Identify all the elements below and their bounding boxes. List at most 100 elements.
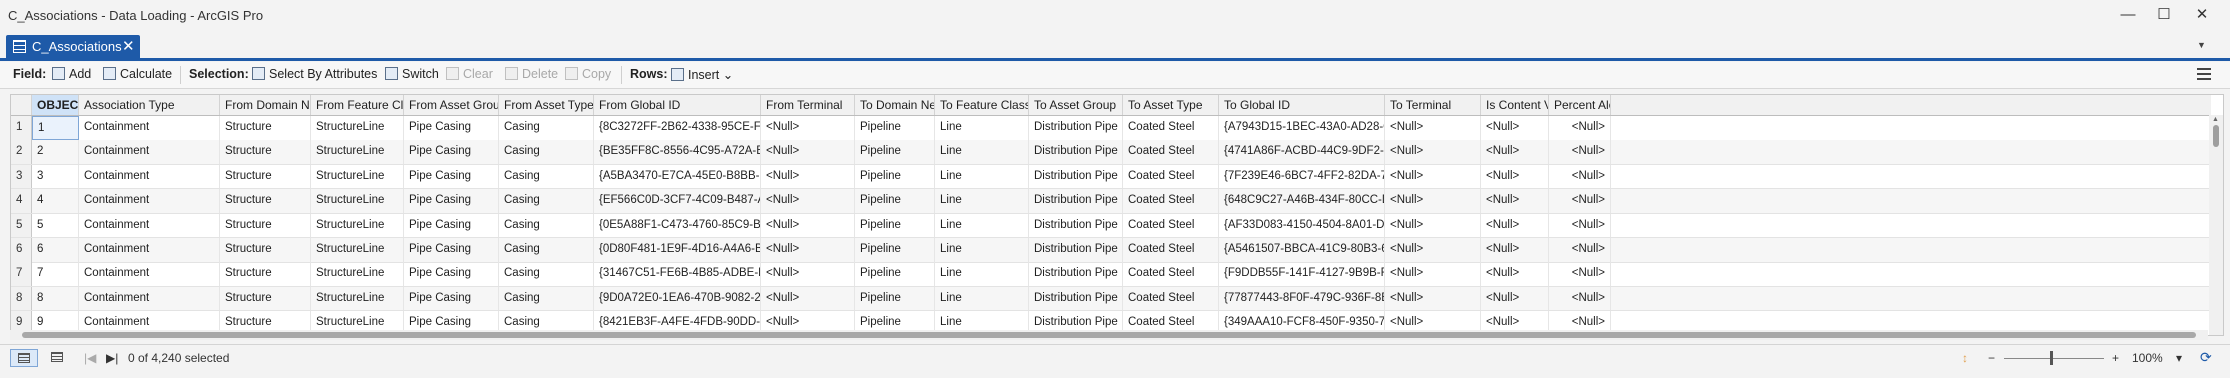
- table-cell[interactable]: Pipe Casing: [404, 238, 499, 262]
- table-cell[interactable]: {A5461507-BBCA-41C9-80B3-6599BFA0FB65}: [1219, 238, 1385, 262]
- row-number[interactable]: 5: [11, 213, 32, 238]
- row-number[interactable]: 4: [11, 189, 32, 213]
- table-cell[interactable]: StructureLine: [311, 164, 404, 189]
- insert-row-button[interactable]: Insert ⌄: [671, 67, 733, 82]
- refresh-icon[interactable]: ⟳: [2200, 349, 2212, 366]
- table-cell[interactable]: Distribution Pipe: [1029, 286, 1123, 311]
- table-cell[interactable]: Distribution Pipe: [1029, 262, 1123, 286]
- table-row[interactable]: 8 8 Containment Structure StructureLine Pipe …: [11, 286, 2211, 312]
- column-header-to-asset-type[interactable]: To Asset Type: [1123, 95, 1219, 115]
- table-cell[interactable]: Casing: [499, 164, 594, 189]
- table-cell[interactable]: {8C3272FF-2B62-4338-95CE-F14CAC0D2D74}: [594, 116, 761, 140]
- table-row[interactable]: 5 5 Containment Structure StructureLine Pipe …: [11, 213, 2211, 239]
- table-cell[interactable]: Casing: [499, 140, 594, 164]
- table-cell[interactable]: StructureLine: [311, 286, 404, 311]
- up-arrow-icon[interactable]: ↕: [1962, 351, 1968, 365]
- table-cell[interactable]: <Null>: [1385, 116, 1481, 140]
- zoom-slider-thumb[interactable]: [2050, 351, 2053, 365]
- tab-c-associations[interactable]: C_Associations ✕: [6, 35, 140, 58]
- table-cell[interactable]: StructureLine: [311, 238, 404, 262]
- table-cell[interactable]: Pipeline: [855, 213, 935, 238]
- table-cell[interactable]: <Null>: [1385, 262, 1481, 286]
- delete-button[interactable]: Delete: [505, 67, 558, 81]
- column-header-from-domain-network[interactable]: From Domain Network: [220, 95, 311, 115]
- select-by-attributes-button[interactable]: Select By Attributes: [252, 67, 377, 81]
- minimize-button[interactable]: —: [2114, 4, 2142, 26]
- table-row[interactable]: 4 4 Containment Structure StructureLine Pipe …: [11, 189, 2211, 214]
- table-cell[interactable]: Structure: [220, 164, 311, 189]
- table-row[interactable]: 6 6 Containment Structure StructureLine Pipe …: [11, 238, 2211, 263]
- row-number[interactable]: 8: [11, 286, 32, 311]
- table-cell[interactable]: Structure: [220, 140, 311, 164]
- table-cell[interactable]: <Null>: [761, 140, 855, 164]
- scroll-up-icon[interactable]: ▲: [2212, 116, 2219, 123]
- table-cell[interactable]: <Null>: [1549, 213, 1611, 238]
- table-cell[interactable]: {F9DDB55F-141F-4127-9B9B-F6C80FA78EDE}: [1219, 262, 1385, 286]
- table-cell[interactable]: Pipe Casing: [404, 116, 499, 140]
- table-cell[interactable]: Structure: [220, 286, 311, 311]
- table-cell[interactable]: <Null>: [1481, 286, 1549, 311]
- table-cell[interactable]: Line: [935, 140, 1029, 164]
- column-header-from-feature-class[interactable]: From Feature Class: [311, 95, 404, 115]
- column-header-is-content-visible[interactable]: Is Content Visible: [1481, 95, 1549, 115]
- table-cell[interactable]: Structure: [220, 189, 311, 213]
- table-cell[interactable]: <Null>: [761, 164, 855, 189]
- table-cell[interactable]: {EF566C0D-3CF7-4C09-B487-A981660F2609}: [594, 189, 761, 213]
- table-cell[interactable]: StructureLine: [311, 262, 404, 286]
- table-cell[interactable]: Casing: [499, 213, 594, 238]
- table-cell[interactable]: StructureLine: [311, 140, 404, 164]
- chevron-down-icon[interactable]: ▼: [2197, 40, 2206, 50]
- switch-selection-button[interactable]: Switch: [385, 67, 439, 81]
- table-cell[interactable]: {0E5A88F1-C473-4760-85C9-B712AD65C102}: [594, 213, 761, 238]
- table-cell[interactable]: Casing: [499, 189, 594, 213]
- table-cell[interactable]: {7F239E46-6BC7-4FF2-82DA-79E2623B2CE5}: [1219, 164, 1385, 189]
- table-cell[interactable]: Line: [935, 164, 1029, 189]
- column-header-from-global-id[interactable]: From Global ID: [594, 95, 761, 115]
- copy-button[interactable]: Copy: [565, 67, 611, 81]
- column-header-objectid[interactable]: OBJECTID *: [32, 95, 79, 115]
- table-cell[interactable]: {9D0A72E0-1EA6-470B-9082-258400F15536}: [594, 286, 761, 311]
- table-cell[interactable]: Coated Steel: [1123, 262, 1219, 286]
- table-cell[interactable]: Structure: [220, 262, 311, 286]
- maximize-button[interactable]: ☐: [2150, 4, 2178, 26]
- table-cell[interactable]: Casing: [499, 262, 594, 286]
- table-cell[interactable]: Containment: [79, 164, 220, 189]
- zoom-in-button[interactable]: +: [2112, 351, 2119, 365]
- table-cell[interactable]: Distribution Pipe: [1029, 140, 1123, 164]
- table-cell[interactable]: <Null>: [1385, 213, 1481, 238]
- table-cell[interactable]: {A5BA3470-E7CA-45E0-B8BB-F2C1FC9BECE8}: [594, 164, 761, 189]
- column-header-to-terminal[interactable]: To Terminal: [1385, 95, 1481, 115]
- table-cell[interactable]: Pipe Casing: [404, 262, 499, 286]
- table-cell[interactable]: Coated Steel: [1123, 116, 1219, 140]
- table-cell[interactable]: <Null>: [1549, 140, 1611, 164]
- table-cell[interactable]: Distribution Pipe: [1029, 189, 1123, 213]
- view-selected-records-button[interactable]: [44, 349, 72, 367]
- table-cell[interactable]: Coated Steel: [1123, 164, 1219, 189]
- table-menu-icon[interactable]: [2197, 68, 2211, 83]
- zoom-slider[interactable]: [2004, 358, 2104, 359]
- table-cell[interactable]: Pipeline: [855, 116, 935, 140]
- table-cell[interactable]: Containment: [79, 262, 220, 286]
- table-cell[interactable]: Coated Steel: [1123, 213, 1219, 238]
- clear-selection-button[interactable]: Clear: [446, 67, 493, 81]
- zoom-out-button[interactable]: −: [1988, 351, 1995, 365]
- tab-close-icon[interactable]: ✕: [122, 37, 135, 55]
- table-cell[interactable]: {BE35FF8C-8556-4C95-A72A-E6519722DB7C}: [594, 140, 761, 164]
- table-cell[interactable]: Pipeline: [855, 189, 935, 213]
- nav-last-button[interactable]: ▶|: [106, 351, 118, 365]
- calculate-field-button[interactable]: Calculate: [103, 67, 172, 81]
- table-cell[interactable]: 5: [32, 213, 79, 238]
- table-cell[interactable]: {AF33D083-4150-4504-8A01-DEC4331C42AB}: [1219, 213, 1385, 238]
- column-header-to-asset-group[interactable]: To Asset Group: [1029, 95, 1123, 115]
- table-cell[interactable]: <Null>: [1549, 262, 1611, 286]
- row-number[interactable]: 7: [11, 262, 32, 286]
- table-cell[interactable]: <Null>: [1481, 189, 1549, 213]
- table-cell[interactable]: <Null>: [1385, 140, 1481, 164]
- table-cell[interactable]: 8: [32, 286, 79, 311]
- close-window-button[interactable]: ✕: [2188, 4, 2216, 26]
- table-cell[interactable]: StructureLine: [311, 189, 404, 213]
- add-field-button[interactable]: Add: [52, 67, 91, 81]
- table-row[interactable]: 3 3 Containment Structure StructureLine Pipe …: [11, 164, 2211, 190]
- vertical-scrollbar[interactable]: ▲: [2209, 115, 2223, 335]
- table-cell[interactable]: Pipe Casing: [404, 140, 499, 164]
